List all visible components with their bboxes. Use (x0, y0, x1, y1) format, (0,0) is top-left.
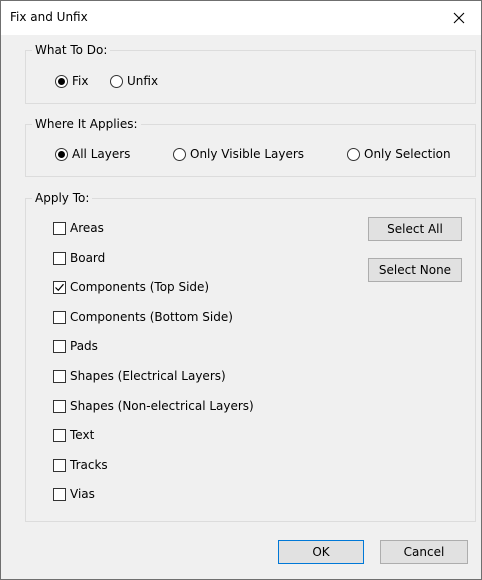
select-none-button[interactable]: Select None (368, 258, 462, 282)
radio-unfix[interactable]: Unfix (110, 74, 158, 88)
dialog-window: Fix and Unfix What To Do: Fix Unfix Wher… (0, 0, 482, 580)
radio-only-selection[interactable]: Only Selection (347, 147, 451, 161)
checkbox-pads-box[interactable] (53, 339, 66, 353)
radio-all-layers-label: All Layers (72, 147, 131, 161)
checkbox-vias[interactable]: Vias (53, 487, 95, 501)
what-to-do-group: What To Do: (25, 43, 476, 104)
checkbox-text-box[interactable] (53, 428, 66, 442)
radio-fix-label: Fix (72, 74, 89, 88)
radio-unfix-label: Unfix (127, 74, 159, 88)
checkbox-areas-label: Areas (70, 221, 104, 235)
checkbox-shapes-electrical-label: Shapes (Electrical Layers) (70, 369, 226, 383)
checkbox-text[interactable]: Text (53, 428, 94, 442)
close-icon (453, 12, 465, 24)
radio-only-visible-layers-indicator[interactable] (173, 147, 186, 161)
checkbox-tracks-box[interactable] (53, 458, 66, 472)
what-to-do-legend: What To Do: (35, 43, 108, 57)
ok-button[interactable]: OK (278, 540, 364, 564)
checkbox-areas[interactable]: Areas (53, 221, 104, 235)
window-title: Fix and Unfix (10, 10, 88, 24)
checkbox-components-top[interactable]: Components (Top Side) (53, 280, 209, 294)
radio-unfix-indicator[interactable] (110, 74, 123, 88)
checkbox-tracks-label: Tracks (70, 458, 108, 472)
title-bar: Fix and Unfix (1, 1, 481, 35)
radio-all-layers-indicator[interactable] (55, 147, 68, 161)
check-icon (55, 283, 64, 291)
close-button[interactable] (437, 1, 481, 35)
checkbox-vias-label: Vias (70, 487, 95, 501)
checkbox-pads-label: Pads (70, 339, 98, 353)
checkbox-shapes-electrical[interactable]: Shapes (Electrical Layers) (53, 369, 226, 383)
radio-only-visible-layers-label: Only Visible Layers (190, 147, 305, 161)
apply-to-legend: Apply To: (35, 191, 90, 205)
checkbox-board-label: Board (70, 251, 106, 265)
radio-only-selection-label: Only Selection (364, 147, 451, 161)
checkbox-shapes-electrical-box[interactable] (53, 369, 66, 383)
checkbox-shapes-non-electrical-label: Shapes (Non-electrical Layers) (70, 399, 254, 413)
checkbox-components-top-box[interactable] (53, 280, 66, 294)
select-all-button[interactable]: Select All (368, 217, 462, 241)
checkbox-components-bottom-label: Components (Bottom Side) (70, 310, 233, 324)
checkbox-board[interactable]: Board (53, 251, 105, 265)
radio-fix-indicator[interactable] (55, 74, 68, 88)
checkbox-pads[interactable]: Pads (53, 339, 98, 353)
checkbox-tracks[interactable]: Tracks (53, 458, 108, 472)
radio-only-visible-layers[interactable]: Only Visible Layers (173, 147, 304, 161)
where-it-applies-legend: Where It Applies: (35, 117, 138, 131)
checkbox-components-bottom[interactable]: Components (Bottom Side) (53, 310, 233, 324)
radio-fix[interactable]: Fix (55, 74, 88, 88)
checkbox-areas-box[interactable] (53, 221, 66, 235)
cancel-button[interactable]: Cancel (380, 540, 468, 564)
checkbox-shapes-non-electrical-box[interactable] (53, 399, 66, 413)
checkbox-components-bottom-box[interactable] (53, 310, 66, 324)
checkbox-vias-box[interactable] (53, 487, 66, 501)
checkbox-text-label: Text (70, 428, 95, 442)
radio-only-selection-indicator[interactable] (347, 147, 360, 161)
checkbox-board-box[interactable] (53, 251, 66, 265)
radio-all-layers[interactable]: All Layers (55, 147, 130, 161)
checkbox-shapes-non-electrical[interactable]: Shapes (Non-electrical Layers) (53, 399, 254, 413)
checkbox-components-top-label: Components (Top Side) (70, 280, 210, 294)
